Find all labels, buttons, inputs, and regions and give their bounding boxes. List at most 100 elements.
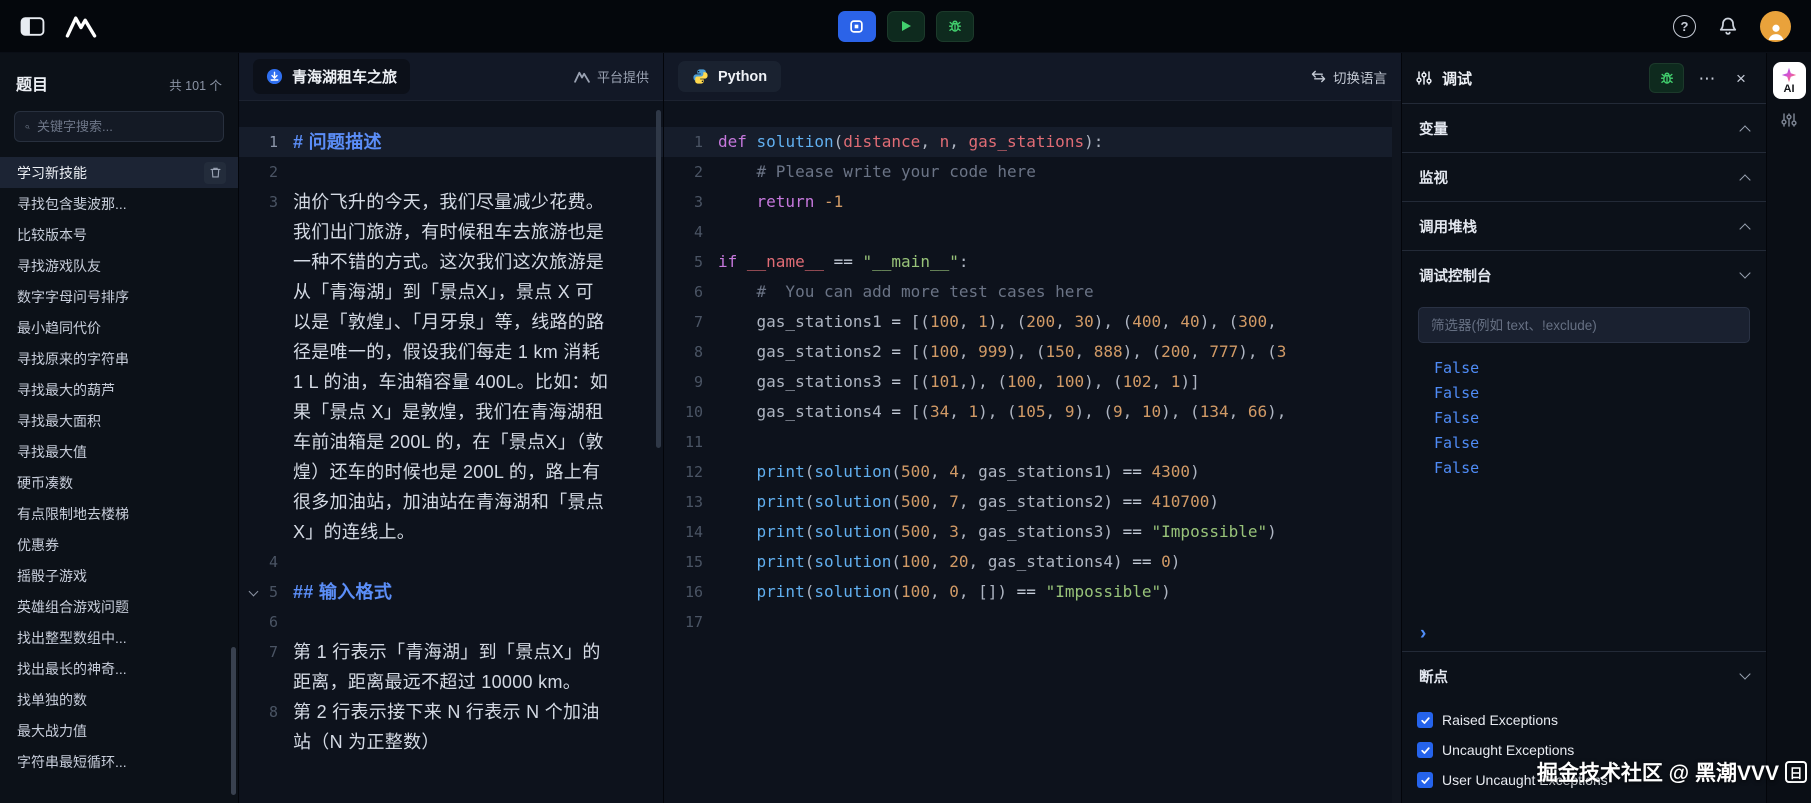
sidebar-problem-item[interactable]: 找出最长的神奇...: [0, 653, 238, 684]
code-line[interactable]: 13 print(solution(500, 7, gas_stations2)…: [664, 487, 1401, 517]
search-box[interactable]: [14, 111, 224, 142]
code-line[interactable]: 2 # Please write your code here: [664, 157, 1401, 187]
sidebar-problem-item[interactable]: 寻找最大值: [0, 436, 238, 467]
code-line[interactable]: 7 gas_stations1 = [(100, 1), (200, 30), …: [664, 307, 1401, 337]
sidebar-problem-item[interactable]: 学习新技能: [0, 157, 238, 188]
problem-scrollbar[interactable]: [656, 110, 661, 448]
sidebar-problem-item[interactable]: 寻找原来的字符串: [0, 343, 238, 374]
debug-section-console[interactable]: 调试控制台: [1402, 250, 1766, 299]
sidebar-problem-label: 找出整型数组中...: [17, 629, 127, 646]
code-line[interactable]: 17: [664, 607, 1401, 637]
console-output-line: False: [1434, 459, 1480, 477]
breakpoint-checkbox[interactable]: [1417, 712, 1433, 728]
sidebar-toggle-icon[interactable]: [20, 16, 45, 37]
ai-sparkle-icon: [1781, 67, 1797, 83]
sidebar-problem-label: 比较版本号: [17, 226, 87, 243]
debug-run-button[interactable]: [935, 10, 974, 42]
console-output-line: False: [1434, 434, 1480, 452]
code-line[interactable]: 12 print(solution(500, 4, gas_stations1)…: [664, 457, 1401, 487]
app: ? 题目 共 101 个 学习新技能寻找包含斐波那... 比较版本号寻找游戏队友数…: [0, 0, 1811, 803]
line-number: 4: [693, 223, 703, 241]
sidebar-problem-item[interactable]: 摇骰子游戏: [0, 560, 238, 591]
notifications-bell-icon[interactable]: [1718, 16, 1738, 36]
sidebar-problem-item[interactable]: 优惠券: [0, 529, 238, 560]
code-line[interactable]: 8 gas_stations2 = [(100, 999), (150, 888…: [664, 337, 1401, 367]
switch-language-button[interactable]: 切换语言: [1311, 67, 1387, 87]
problem-provider: 平台提供: [574, 67, 649, 86]
close-button[interactable]: ×: [1730, 70, 1752, 87]
sidebar-problem-item[interactable]: 比较版本号: [0, 219, 238, 250]
code-line-text: return -1: [756, 192, 844, 211]
code-line[interactable]: 4: [664, 217, 1401, 247]
sidebar-problem-item[interactable]: 硬币凑数: [0, 467, 238, 498]
sidebar-problem-item[interactable]: 寻找最大的葫芦: [0, 374, 238, 405]
code-line-text: print(solution(500, 7, gas_stations2) ==…: [756, 492, 1219, 511]
code-line[interactable]: 6 # You can add more test cases here: [664, 277, 1401, 307]
breakpoint-checkbox[interactable]: [1417, 772, 1433, 788]
problem-line-text: 油价飞升的今天，我们尽量减少花费。我们出门旅游，有时候租车去旅游也是一种不错的方…: [293, 192, 608, 542]
code-line[interactable]: 16 print(solution(100, 0, []) == "Imposs…: [664, 577, 1401, 607]
sidebar-problem-item[interactable]: 最大战力值: [0, 715, 238, 746]
run-settings-icon: [850, 19, 863, 33]
problem-line: 5 ## 输入格式: [239, 577, 663, 607]
breakpoint-item[interactable]: User Uncaught Exceptions: [1417, 765, 1751, 795]
breakpoint-item[interactable]: Raised Exceptions: [1417, 705, 1751, 735]
line-number: 9: [693, 373, 703, 391]
problem-title-tab[interactable]: 青海湖租车之旅: [253, 59, 411, 94]
line-number: 7: [268, 643, 278, 661]
sidebar-scrollbar[interactable]: [231, 647, 236, 795]
debug-section-breakpoints[interactable]: 断点: [1402, 651, 1766, 700]
code-line[interactable]: 15 print(solution(100, 20, gas_stations4…: [664, 547, 1401, 577]
avatar[interactable]: [1760, 10, 1791, 42]
sidebar-problem-item[interactable]: 找出整型数组中...: [0, 622, 238, 653]
sidebar-problem-item[interactable]: 最小趋同代价: [0, 312, 238, 343]
sidebar-problem-item[interactable]: 英雄组合游戏问题: [0, 591, 238, 622]
line-number: 7: [693, 313, 703, 331]
sidebar-problem-item[interactable]: 字符串最短循环...: [0, 746, 238, 777]
code-line[interactable]: 10 gas_stations4 = [(34, 1), (105, 9), (…: [664, 397, 1401, 427]
breakpoint-item[interactable]: Uncaught Exceptions: [1417, 735, 1751, 765]
sidebar-problem-item[interactable]: 找单独的数: [0, 684, 238, 715]
run-settings-button[interactable]: [837, 10, 876, 42]
ai-assistant-button[interactable]: AI: [1772, 62, 1806, 99]
console-output-line: False: [1434, 384, 1480, 402]
breakpoint-checkbox[interactable]: [1417, 742, 1433, 758]
chevron-up-icon: [1739, 124, 1751, 137]
code-line[interactable]: 1 def solution(distance, n, gas_stations)…: [664, 127, 1401, 157]
editor-panel: Python 切换语言 1 def solution(distance, n, g…: [664, 53, 1402, 803]
code-line[interactable]: 3 return -1: [664, 187, 1401, 217]
swap-arrows-icon: [1311, 70, 1326, 83]
editor-scrollbar[interactable]: [1392, 101, 1401, 803]
code-line[interactable]: 5 if __name__ == "__main__":: [664, 247, 1401, 277]
sidebar-problem-item[interactable]: 数字字母问号排序: [0, 281, 238, 312]
sidebar-problem-item[interactable]: 有点限制地去楼梯: [0, 498, 238, 529]
run-button[interactable]: [886, 10, 925, 42]
sidebar-problem-item[interactable]: 寻找包含斐波那...: [0, 188, 238, 219]
console-filter-input[interactable]: [1418, 307, 1750, 343]
problem-line-text: [293, 547, 609, 577]
delete-problem-button[interactable]: [204, 161, 226, 184]
play-icon: [901, 21, 911, 31]
sidebar-problem-item[interactable]: 寻找游戏队友: [0, 250, 238, 281]
problem-line: 1 # 问题描述: [239, 127, 663, 157]
app-logo-icon[interactable]: [65, 15, 97, 38]
debug-rail-icon[interactable]: [1781, 112, 1797, 133]
language-tab[interactable]: Python: [678, 61, 782, 92]
right-rail: AI: [1767, 53, 1811, 803]
sidebar-problem-item[interactable]: 寻找最大面积: [0, 405, 238, 436]
debug-restart-button[interactable]: [1649, 63, 1684, 93]
code-editor[interactable]: 1 def solution(distance, n, gas_stations)…: [664, 101, 1401, 803]
debug-title: 调试: [1442, 70, 1473, 88]
debug-section-variables[interactable]: 变量: [1402, 103, 1766, 152]
platform-logo-icon: [574, 71, 590, 83]
debug-section-watch[interactable]: 监视: [1402, 152, 1766, 201]
code-line[interactable]: 14 print(solution(500, 3, gas_stations3)…: [664, 517, 1401, 547]
debug-section-callstack[interactable]: 调用堆栈: [1402, 201, 1766, 250]
problem-panel: 青海湖租车之旅 平台提供 1 # 问题描述 2 3 油价飞升的今天，我们尽量减少花费。我…: [239, 53, 664, 803]
more-button[interactable]: ⋯: [1696, 70, 1718, 87]
code-line[interactable]: 9 gas_stations3 = [(101,), (100, 100), (…: [664, 367, 1401, 397]
code-line[interactable]: 11: [664, 427, 1401, 457]
help-button[interactable]: ?: [1673, 14, 1696, 38]
console-prompt-icon[interactable]: ›: [1418, 623, 1750, 645]
search-input[interactable]: [37, 119, 213, 134]
